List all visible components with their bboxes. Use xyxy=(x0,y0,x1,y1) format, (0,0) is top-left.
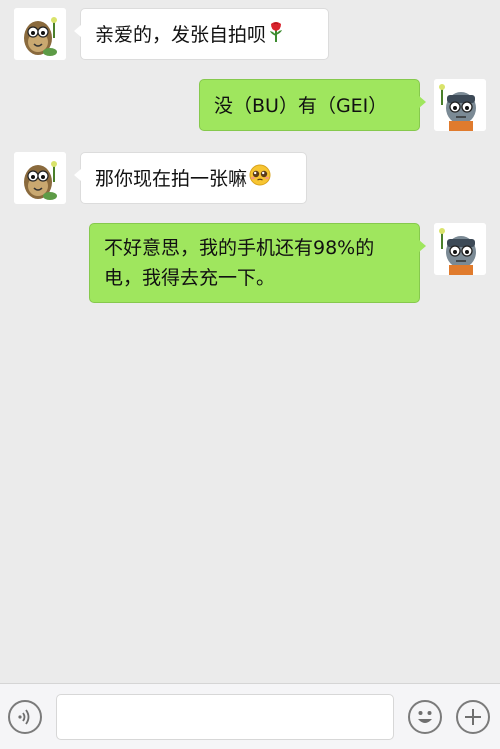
my-avatar[interactable] xyxy=(434,79,486,131)
message-bubble-outgoing[interactable]: 不好意思，我的手机还有98%的 电，我得去充一下。 xyxy=(89,223,426,303)
message-text-line: 电，我得去充一下。 xyxy=(104,267,276,289)
message-bubble-incoming[interactable]: 亲爱的，发张自拍呗 xyxy=(74,8,329,60)
message-text: 没（BU）有（GEI） xyxy=(214,95,388,117)
more-button[interactable] xyxy=(456,700,490,734)
my-avatar[interactable] xyxy=(434,223,486,275)
contact-avatar-image xyxy=(14,152,66,204)
chat-area: 亲爱的，发张自拍呗 没（BU）有（GEI） 那你现在拍一张嘛 不好意思，我的手机… xyxy=(0,0,500,683)
message-text-line: 不好意思，我的手机还有98%的 xyxy=(104,237,375,259)
message-input[interactable] xyxy=(56,694,394,740)
message-input-bar xyxy=(0,683,500,749)
message-bubble-outgoing[interactable]: 没（BU）有（GEI） xyxy=(199,79,426,131)
contact-avatar[interactable] xyxy=(14,8,66,60)
my-avatar-image xyxy=(434,223,486,275)
smiley-icon xyxy=(418,711,432,723)
pleading-face-icon xyxy=(249,164,271,195)
emoji-button[interactable] xyxy=(408,700,442,734)
voice-icon xyxy=(18,709,30,725)
rose-icon xyxy=(268,20,284,51)
contact-avatar-image xyxy=(14,8,66,60)
my-avatar-image xyxy=(434,79,486,131)
message-bubble-incoming[interactable]: 那你现在拍一张嘛 xyxy=(74,152,307,204)
message-text: 亲爱的，发张自拍呗 xyxy=(95,24,267,46)
voice-button[interactable] xyxy=(8,700,42,734)
contact-avatar[interactable] xyxy=(14,152,66,204)
plus-icon xyxy=(465,709,481,725)
message-text: 那你现在拍一张嘛 xyxy=(95,168,248,190)
